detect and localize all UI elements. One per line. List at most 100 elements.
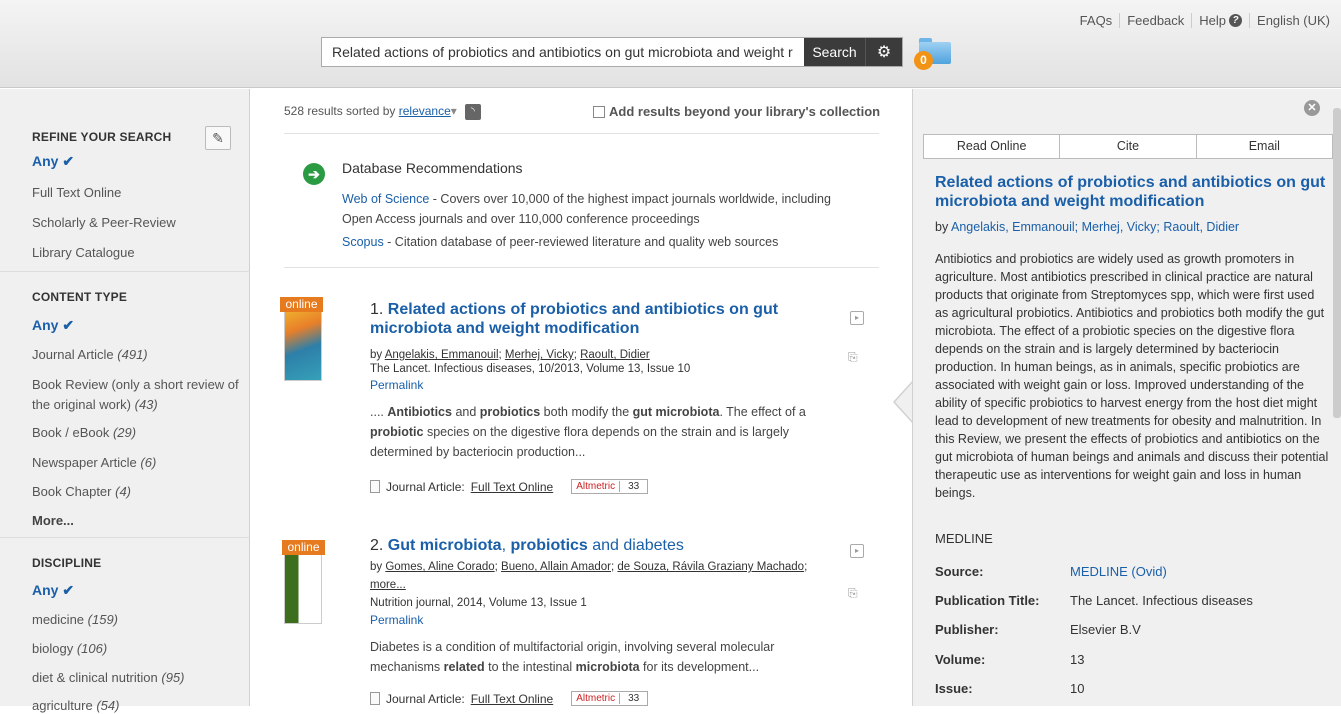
content-item-count: (4): [115, 484, 132, 499]
discipline-item-label: biology: [32, 641, 74, 656]
discipline-item[interactable]: biology (106): [32, 641, 107, 657]
pin-icon[interactable]: ⎘: [848, 586, 862, 600]
altmetric-label: Altmetric: [572, 693, 621, 704]
altmetric-score: 33: [628, 481, 640, 492]
discipline-any[interactable]: Any ✔: [32, 582, 74, 599]
filter-library-catalogue[interactable]: Library Catalogue: [32, 245, 135, 261]
scopus-description: - Citation database of peer-reviewed lit…: [383, 235, 779, 249]
help-link[interactable]: Help?: [1191, 13, 1249, 28]
detail-scrollbar[interactable]: [1333, 108, 1341, 418]
format-label: Journal Article:: [386, 691, 465, 706]
discipline-item[interactable]: medicine (159): [32, 612, 118, 628]
detail-field: Volume: 13: [935, 652, 1084, 667]
content-item[interactable]: Book Review (only a short review of the …: [32, 375, 242, 415]
full-text-link[interactable]: Full Text Online: [471, 480, 553, 494]
sidebar-divider: [0, 271, 250, 272]
filter-full-text[interactable]: Full Text Online: [32, 185, 121, 201]
field-key: Publication Title:: [935, 593, 1040, 608]
pencil-icon[interactable]: ✎: [205, 126, 231, 150]
altmetric-badge[interactable]: Altmetric 33: [571, 479, 649, 494]
author-links[interactable]: Angelakis, Emmanouil; Merhej, Vicky; Rao…: [951, 220, 1239, 234]
detail-authors: by Angelakis, Emmanouil; Merhej, Vicky; …: [935, 220, 1239, 234]
discipline-item-label: diet & clinical nutrition: [32, 670, 158, 685]
permalink[interactable]: Permalink: [370, 613, 423, 627]
discipline-item-count: (106): [76, 641, 108, 656]
result-authors: by Gomes, Aline Corado; Bueno, Allain Am…: [370, 561, 808, 573]
full-text-link[interactable]: Full Text Online: [471, 692, 553, 706]
refine-title: REFINE YOUR SEARCH: [32, 130, 172, 144]
field-value-link[interactable]: MEDLINE (Ovid): [1070, 564, 1167, 579]
recommendation-scopus: Scopus - Citation database of peer-revie…: [342, 232, 862, 252]
faqs-link[interactable]: FAQs: [1073, 13, 1120, 28]
folder-count-badge: 0: [914, 51, 933, 70]
more-link[interactable]: More...: [32, 513, 74, 529]
author-link[interactable]: Raoult, Didier: [580, 349, 650, 361]
feedback-link[interactable]: Feedback: [1119, 13, 1191, 28]
altmetric-label: Altmetric: [572, 481, 621, 492]
web-of-science-link[interactable]: Web of Science: [342, 192, 429, 206]
sort-dropdown[interactable]: relevance: [399, 104, 451, 118]
preview-icon[interactable]: ▸: [850, 311, 864, 325]
beyond-collection-toggle[interactable]: Add results beyond your library's collec…: [593, 104, 880, 119]
content-item-count: (29): [112, 425, 137, 440]
field-value: 13: [1070, 652, 1085, 667]
rss-icon[interactable]: ◝: [464, 104, 481, 120]
search-button[interactable]: Search: [804, 38, 865, 66]
more-authors[interactable]: more...: [370, 578, 840, 592]
online-badge: online: [282, 540, 325, 555]
top-links: FAQs Feedback Help? English (UK): [1073, 13, 1337, 28]
result-title[interactable]: 1. Related actions of probiotics and ant…: [370, 300, 790, 338]
author-link[interactable]: de Souza, Rávila Graziany Machado: [617, 561, 804, 573]
result-title-bold: probiotics: [510, 537, 588, 554]
document-icon: [370, 692, 380, 705]
field-value: The Lancet. Infectious diseases: [1070, 593, 1253, 608]
beyond-checkbox[interactable]: [593, 105, 605, 118]
preview-icon[interactable]: ▸: [850, 544, 864, 558]
email-button[interactable]: Email: [1195, 135, 1332, 158]
content-item[interactable]: Book / eBook (29): [32, 425, 136, 441]
chevron-down-icon: ▾: [450, 104, 457, 119]
gear-icon[interactable]: ⚙: [865, 38, 902, 66]
detail-field: Source: MEDLINE (Ovid): [935, 564, 1167, 579]
result-title-bold: Gut microbiota: [387, 537, 502, 554]
arrow-right-icon: ➔: [303, 163, 325, 185]
author-link[interactable]: Bueno, Allain Amador: [501, 561, 611, 573]
discipline-item[interactable]: diet & clinical nutrition (95): [32, 670, 184, 686]
content-any[interactable]: Any ✔: [32, 317, 74, 334]
cite-button[interactable]: Cite: [1059, 135, 1195, 158]
recommendation-wos: Web of Science - Covers over 10,000 of t…: [342, 189, 862, 209]
result-authors: by Angelakis, Emmanouil; Merhej, Vicky; …: [370, 349, 650, 361]
refine-any[interactable]: Any ✔: [32, 153, 74, 170]
result-title[interactable]: 2. Gut microbiota, probiotics and diabet…: [370, 536, 790, 555]
close-icon[interactable]: ✕: [1304, 100, 1320, 116]
pin-icon[interactable]: ⎘: [848, 350, 862, 364]
document-icon: [370, 480, 380, 493]
result-number: 2.: [370, 537, 384, 554]
filter-scholarly[interactable]: Scholarly & Peer-Review: [32, 215, 176, 231]
author-link[interactable]: Angelakis, Emmanouil: [385, 349, 499, 361]
results-count: 528 results sorted by relevance▾ ◝: [284, 104, 481, 120]
content-item[interactable]: Book Chapter (4): [32, 484, 131, 500]
author-link[interactable]: Merhej, Vicky: [505, 349, 574, 361]
language-link[interactable]: English (UK): [1249, 13, 1337, 28]
scopus-link[interactable]: Scopus: [342, 235, 384, 249]
field-key: Volume:: [935, 652, 986, 667]
discipline-item[interactable]: agriculture (54): [32, 698, 119, 714]
more-authors-link[interactable]: more...: [370, 579, 406, 591]
divider: [284, 133, 879, 134]
detail-title[interactable]: Related actions of probiotics and antibi…: [935, 173, 1330, 211]
content-item[interactable]: Journal Article (491): [32, 347, 148, 363]
result-thumbnail[interactable]: [284, 544, 322, 624]
author-link[interactable]: Gomes, Aline Corado: [385, 561, 494, 573]
results-pane: 528 results sorted by relevance▾ ◝ Add re…: [251, 89, 911, 706]
search-input[interactable]: [322, 38, 804, 66]
detail-pointer-inner: [895, 382, 913, 422]
read-online-button[interactable]: Read Online: [924, 135, 1059, 158]
refine-sidebar: REFINE YOUR SEARCH ✎ Any ✔ Full Text Onl…: [0, 89, 250, 713]
field-key: Publisher:: [935, 622, 999, 637]
online-badge: online: [280, 297, 323, 312]
altmetric-badge[interactable]: Altmetric 33: [571, 691, 649, 706]
permalink[interactable]: Permalink: [370, 378, 423, 392]
result-thumbnail[interactable]: [284, 301, 322, 381]
content-item[interactable]: Newspaper Article (6): [32, 455, 156, 471]
